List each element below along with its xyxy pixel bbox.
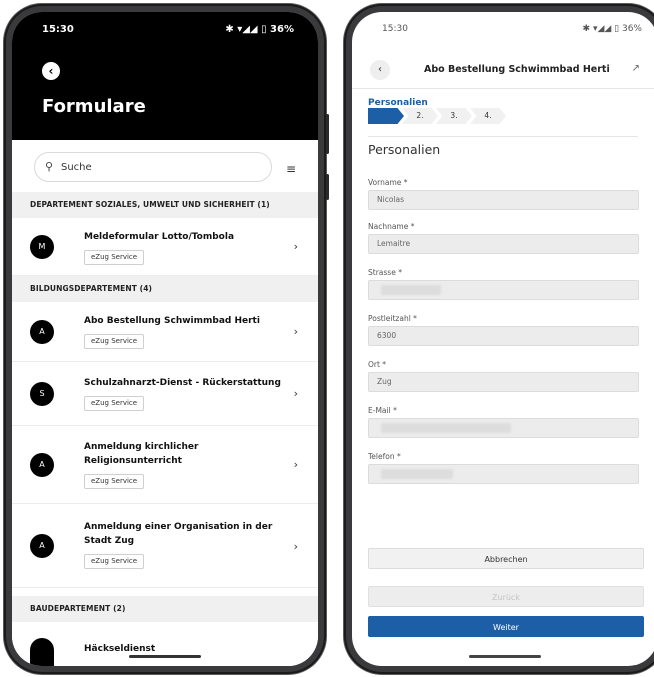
back-button[interactable]: ‹ [370, 60, 390, 80]
street-label: Strasse * [368, 268, 402, 277]
chevron-right-icon: › [293, 540, 298, 553]
section-title: Personalien [368, 142, 441, 157]
home-indicator[interactable] [129, 655, 201, 658]
previous-button[interactable]: Zurück [368, 586, 644, 607]
status-bar: 15:30 ✱ ▾◢◢ ▯ 36% [352, 24, 654, 38]
firstname-field[interactable]: Nicolas [368, 190, 639, 210]
external-link-icon[interactable]: ↗ [632, 63, 640, 74]
screenshot-scene: 15:30 ✱ ▾◢◢ ▯ 36% ‹ Formulare ⚲ ≡ DEPART… [0, 0, 654, 677]
list-item-haeckseldienst[interactable]: Häckseldienst [12, 622, 318, 666]
section-header: DEPARTEMENT SOZIALES, UMWELT UND SICHERH… [12, 192, 318, 218]
header-divider [352, 88, 654, 89]
city-field[interactable]: Zug [368, 372, 639, 392]
service-tag: eZug Service [84, 554, 145, 569]
avatar: A [30, 320, 54, 344]
step-4[interactable]: 4. [470, 108, 506, 124]
list-item-organisation[interactable]: A Anmeldung einer Organisation in der St… [12, 504, 318, 588]
lastname-field[interactable]: Lemaitre [368, 234, 639, 254]
app-header: 15:30 ✱ ▾◢◢ ▯ 36% ‹ Formulare [12, 12, 318, 140]
chevron-right-icon: › [293, 458, 298, 471]
step-1[interactable]: 1. [368, 108, 404, 124]
search-icon: ⚲ [45, 160, 54, 173]
firstname-label: Vorname * [368, 178, 408, 187]
status-icons: ✱ ▾◢◢ ▯ 36% [225, 24, 294, 35]
service-tag: eZug Service [84, 334, 145, 349]
home-indicator[interactable] [469, 655, 541, 658]
form-title: Abo Bestellung Schwimmbad Herti [424, 64, 610, 75]
service-tag: eZug Service [84, 396, 145, 411]
status-icons: ✱ ▾◢◢ ▯ 36% [582, 24, 642, 34]
phone-field[interactable] [368, 464, 639, 484]
list-item-lotto[interactable]: M Meldeformular Lotto/Tombola eZug Servi… [12, 218, 318, 276]
street-field[interactable] [368, 280, 639, 300]
zip-field[interactable]: 6300 [368, 326, 639, 346]
redacted-value [381, 469, 453, 479]
power-button [326, 174, 329, 200]
avatar: S [30, 382, 54, 406]
status-time: 15:30 [42, 24, 74, 35]
avatar: M [30, 235, 54, 259]
cancel-button[interactable]: Abbrechen [368, 548, 644, 569]
stepper-divider [368, 136, 638, 137]
volume-button [326, 114, 329, 154]
zip-label: Postleitzahl * [368, 314, 417, 323]
avatar [30, 638, 54, 666]
item-title: Schulzahnarzt-Dienst - Rückerstattung [84, 378, 281, 388]
item-title-line2: Stadt Zug [84, 536, 135, 546]
email-label: E-Mail * [368, 406, 397, 415]
redacted-value [381, 423, 511, 433]
avatar: A [30, 453, 54, 477]
list-item-religionsunterricht[interactable]: A Anmeldung kirchlicher Religionsunterri… [12, 426, 318, 504]
back-button[interactable]: ‹ [42, 62, 60, 80]
service-tag: eZug Service [84, 474, 145, 489]
item-title: Häckseldienst [84, 644, 156, 654]
status-time: 15:30 [382, 24, 408, 34]
chevron-right-icon: › [293, 240, 298, 253]
service-tag: eZug Service [84, 250, 145, 265]
right-screen: 15:30 ✱ ▾◢◢ ▯ 36% ‹ Abo Bestellung Schwi… [352, 12, 654, 666]
email-field[interactable] [368, 418, 639, 438]
item-title-line1: Anmeldung kirchlicher [84, 442, 199, 452]
list-item-schulzahnarzt[interactable]: S Schulzahnarzt-Dienst - Rückerstattung … [12, 362, 318, 426]
city-label: Ort * [368, 360, 387, 369]
section-header: BAUDEPARTEMENT (2) [12, 596, 318, 622]
item-title-line2: Religionsunterricht [84, 456, 182, 466]
page-title: Formulare [42, 96, 146, 117]
current-step-label: Personalien [368, 98, 428, 108]
item-title: Meldeformular Lotto/Tombola [84, 232, 235, 242]
chevron-right-icon: › [293, 387, 298, 400]
chevron-right-icon: › [293, 325, 298, 338]
search-input[interactable] [61, 158, 261, 176]
right-phone: 15:30 ✱ ▾◢◢ ▯ 36% ‹ Abo Bestellung Schwi… [344, 4, 654, 674]
status-bar: 15:30 ✱ ▾◢◢ ▯ 36% [12, 24, 318, 40]
search-row: ⚲ ≡ [12, 140, 318, 192]
lastname-label: Nachname * [368, 222, 415, 231]
left-phone: 15:30 ✱ ▾◢◢ ▯ 36% ‹ Formulare ⚲ ≡ DEPART… [4, 4, 329, 674]
list-item-schwimmbad[interactable]: A Abo Bestellung Schwimmbad Herti eZug S… [12, 302, 318, 362]
avatar: A [30, 534, 54, 558]
redacted-value [381, 285, 441, 295]
section-header: BILDUNGSDEPARTEMENT (4) [12, 276, 318, 302]
search-box[interactable]: ⚲ [34, 152, 272, 182]
item-title: Abo Bestellung Schwimmbad Herti [84, 316, 260, 326]
phone-label: Telefon * [368, 452, 401, 461]
next-button[interactable]: Weiter [368, 616, 644, 637]
left-screen: 15:30 ✱ ▾◢◢ ▯ 36% ‹ Formulare ⚲ ≡ DEPART… [12, 12, 318, 666]
item-title-line1: Anmeldung einer Organisation in der [84, 522, 273, 532]
step-2[interactable]: 2. [402, 108, 438, 124]
step-3[interactable]: 3. [436, 108, 472, 124]
filter-icon[interactable]: ≡ [286, 162, 296, 176]
